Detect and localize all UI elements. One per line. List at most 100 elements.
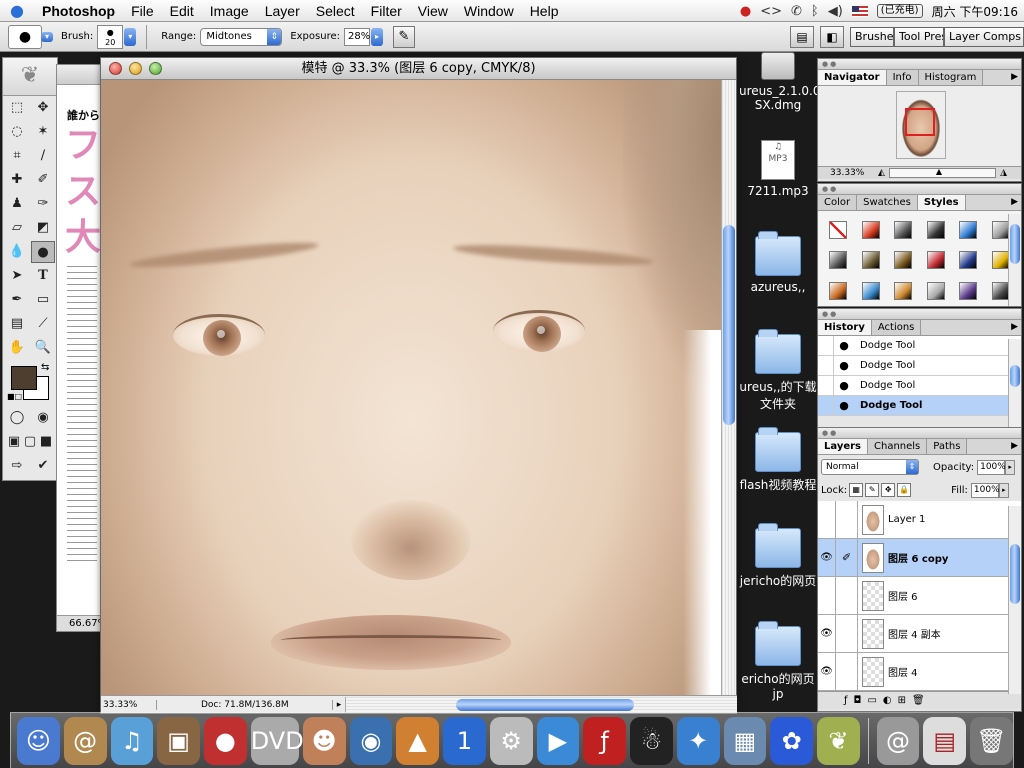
airbrush-button[interactable]: ✎ <box>392 25 415 48</box>
well-tab-layer-comps[interactable]: Layer Comps <box>944 27 1024 47</box>
finder-icon[interactable]: ☺ <box>17 716 60 765</box>
palette-titlebar[interactable]: ●● <box>818 184 1021 195</box>
history-source-checkbox[interactable] <box>818 375 834 396</box>
style-swatch[interactable] <box>959 221 978 239</box>
menu-file[interactable]: File <box>123 0 162 22</box>
zoom-tool-icon[interactable]: 🔍 <box>31 337 55 359</box>
menu-edit[interactable]: Edit <box>162 0 202 22</box>
preview-icon[interactable]: ◉ <box>349 716 393 765</box>
frog-app-icon[interactable]: ✿ <box>770 716 813 765</box>
menu-select[interactable]: Select <box>308 0 363 22</box>
layer-link-toggle[interactable] <box>836 614 858 653</box>
hand-tool-icon[interactable]: ✋ <box>5 337 29 359</box>
opacity-slider-arrow[interactable]: ▸ <box>1005 459 1016 475</box>
eye-icon[interactable]: 👁 <box>818 652 836 691</box>
style-swatch[interactable] <box>861 221 880 239</box>
tab-history[interactable]: History <box>818 320 872 335</box>
palette-menu-icon[interactable]: ▶ <box>1011 72 1018 82</box>
type-tool-icon[interactable]: T <box>31 265 55 287</box>
styles-scroll-thumb[interactable] <box>1010 224 1020 264</box>
gradient-tool-icon[interactable]: ◩ <box>31 217 55 239</box>
layers-scrollbar[interactable] <box>1008 506 1021 694</box>
well-tab-tool-presets[interactable]: Tool Presets <box>894 27 944 47</box>
lightbulb-app-icon[interactable]: ● <box>204 716 247 765</box>
layer-mask-icon[interactable]: ◘ <box>854 695 862 706</box>
adjustment-layer-icon[interactable]: ◐ <box>883 695 892 706</box>
vertical-scroll-thumb[interactable] <box>723 225 735 425</box>
history-brush-tool-icon[interactable]: ✑ <box>31 193 55 215</box>
palette-window-controls-icon[interactable]: ●● <box>822 310 838 318</box>
style-swatch[interactable] <box>861 251 880 270</box>
fill-field[interactable]: 100% <box>970 482 1000 498</box>
palette-titlebar[interactable]: ●● <box>818 59 1021 70</box>
vlc-icon[interactable]: ▲ <box>396 716 439 765</box>
layer-visibility-toggle[interactable] <box>818 500 836 539</box>
style-swatch[interactable] <box>926 251 945 270</box>
close-window-button[interactable] <box>109 62 122 75</box>
clone-stamp-tool-icon[interactable]: ♟ <box>5 193 29 215</box>
layer-row[interactable]: 图层 6 <box>818 576 1021 615</box>
navigator-zoom-field[interactable]: 33.33% <box>818 168 878 178</box>
quick-mask-mode-icon[interactable]: ◉ <box>31 407 55 429</box>
style-swatch[interactable] <box>959 251 978 270</box>
layer-link-toggle[interactable] <box>836 652 858 691</box>
style-swatch[interactable] <box>894 221 913 239</box>
image-capture-icon[interactable]: ▦ <box>723 716 767 765</box>
zoom-in-icon[interactable]: ◮ <box>1000 168 1021 178</box>
input-flag-icon[interactable] <box>851 5 868 17</box>
style-swatch[interactable] <box>894 281 913 300</box>
move-tool-icon[interactable]: ✥ <box>31 97 55 119</box>
desktop-icon-folder[interactable]: ericho的网页jp <box>739 621 817 701</box>
palette-titlebar[interactable]: ●● <box>818 309 1021 320</box>
fill-slider-arrow[interactable]: ▸ <box>998 482 1009 498</box>
style-swatch[interactable] <box>926 221 945 239</box>
eye-icon[interactable]: 👁 <box>818 614 836 653</box>
navigator-zoom-slider[interactable] <box>888 167 997 178</box>
pen-tool-icon[interactable]: ✒ <box>5 289 29 311</box>
exposure-field[interactable]: 28% <box>343 27 370 46</box>
background-window-titlebar[interactable] <box>57 65 105 85</box>
swap-colors-icon[interactable]: ⇆ <box>41 362 49 373</box>
document-size-info[interactable]: Doc: 71.8M/136.8M <box>157 699 333 710</box>
status-menu-arrow-icon[interactable]: ▸ <box>333 700 345 710</box>
style-swatch[interactable] <box>829 281 848 300</box>
document-zoom-field[interactable]: 33.33% <box>101 699 157 710</box>
tab-navigator[interactable]: Navigator <box>818 70 887 85</box>
lasso-tool-icon[interactable]: ◌ <box>5 121 29 143</box>
itunes-icon[interactable]: ♫ <box>110 716 154 765</box>
tab-color[interactable]: Color <box>818 195 858 210</box>
menu-filter[interactable]: Filter <box>363 0 410 22</box>
lock-all-icon[interactable]: 🔒 <box>897 483 912 497</box>
photoshop-dock-icon[interactable]: ☻ <box>302 716 346 765</box>
tool-preset-picker[interactable]: ● <box>8 24 42 49</box>
mail-icon[interactable]: @ <box>876 716 920 765</box>
history-state[interactable]: ● Dodge Tool <box>818 375 1021 396</box>
layer-row[interactable]: Layer 1 <box>818 500 1021 539</box>
tab-channels[interactable]: Channels <box>868 439 928 454</box>
desktop-icon-folder[interactable]: jericho的网页 <box>739 523 817 589</box>
feather-app-icon[interactable]: ❦ <box>817 716 860 765</box>
notes-tool-icon[interactable]: ▤ <box>5 313 29 335</box>
path-selection-tool-icon[interactable]: ➤ <box>5 265 29 287</box>
blend-mode-select[interactable]: Normal <box>821 459 919 475</box>
safari-icon[interactable]: ✦ <box>676 716 720 765</box>
blur-tool-icon[interactable]: 💧 <box>5 241 29 263</box>
menu-photoshop[interactable]: Photoshop <box>34 0 123 22</box>
background-document-window[interactable]: 誰から フス大 66.67% <box>56 64 106 632</box>
desktop-icon-folder[interactable]: azureus,, <box>739 231 817 294</box>
eye-icon[interactable]: 👁 <box>818 538 836 577</box>
eyedropper-tool-icon[interactable]: ⟋ <box>31 313 55 335</box>
jump-to-imageready-icon[interactable]: ⇨ <box>5 455 29 477</box>
minimize-window-button[interactable] <box>129 62 142 75</box>
dodge-tool-icon[interactable]: ● <box>31 241 55 263</box>
menu-view[interactable]: View <box>410 0 456 22</box>
new-group-icon[interactable]: ▭ <box>867 695 876 706</box>
phone-icon[interactable]: ✆ <box>791 4 802 19</box>
layers-scroll-thumb[interactable] <box>1010 544 1020 604</box>
range-select[interactable]: Midtones <box>200 27 283 46</box>
slice-tool-icon[interactable]: ∕ <box>31 145 55 167</box>
code-brackets-icon[interactable]: <> <box>760 4 782 19</box>
layer-styles-icon[interactable]: ƒ <box>844 695 848 706</box>
tab-info[interactable]: Info <box>886 70 919 85</box>
system-preferences-icon[interactable]: ⚙ <box>489 716 533 765</box>
